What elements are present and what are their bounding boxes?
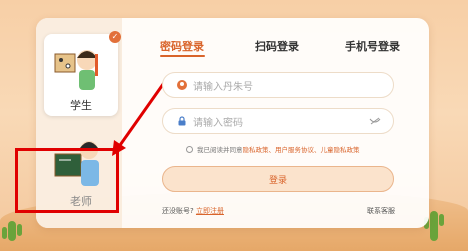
password-field[interactable]: 请输入密码 <box>162 108 394 134</box>
role-student[interactable]: ✓ 学生 <box>44 31 121 116</box>
login-tabs: 密码登录 扫码登录 手机号登录 <box>160 38 410 58</box>
tab-phone-login[interactable]: 手机号登录 <box>345 38 400 54</box>
account-placeholder: 请输入丹朱号 <box>193 81 253 93</box>
agreement-row: 我已阅读并同意 隐私政策、用户服务协议、儿童隐私政策 <box>186 144 360 154</box>
no-account-text: 还没账号? <box>162 207 194 215</box>
agreement-radio[interactable] <box>186 145 193 153</box>
password-placeholder: 请输入密码 <box>193 117 243 129</box>
register-link[interactable]: 立即注册 <box>196 207 224 215</box>
login-button[interactable]: 登录 <box>162 166 394 192</box>
arrow-icon <box>112 79 168 156</box>
cactus-icon <box>424 211 444 241</box>
cactus-icon <box>2 221 22 241</box>
lock-icon <box>178 116 186 126</box>
role-student-label: 学生 <box>70 99 92 112</box>
eye-closed-icon[interactable] <box>369 117 381 125</box>
agreement-links[interactable]: 隐私政策、用户服务协议、儿童隐私政策 <box>243 144 360 154</box>
check-icon: ✓ <box>109 31 121 43</box>
agreement-prefix: 我已阅读并同意 <box>197 146 243 154</box>
register-row: 还没账号? 立即注册 <box>162 206 224 216</box>
active-tab-indicator <box>160 55 205 57</box>
tab-password-login[interactable]: 密码登录 <box>160 38 204 54</box>
tab-qr-login[interactable]: 扫码登录 <box>255 38 299 54</box>
user-icon <box>177 80 187 90</box>
contact-service-link[interactable]: 联系客服 <box>367 206 395 216</box>
student-avatar <box>54 50 98 90</box>
account-field[interactable]: 请输入丹朱号 <box>162 72 394 98</box>
highlight-box <box>15 148 119 213</box>
